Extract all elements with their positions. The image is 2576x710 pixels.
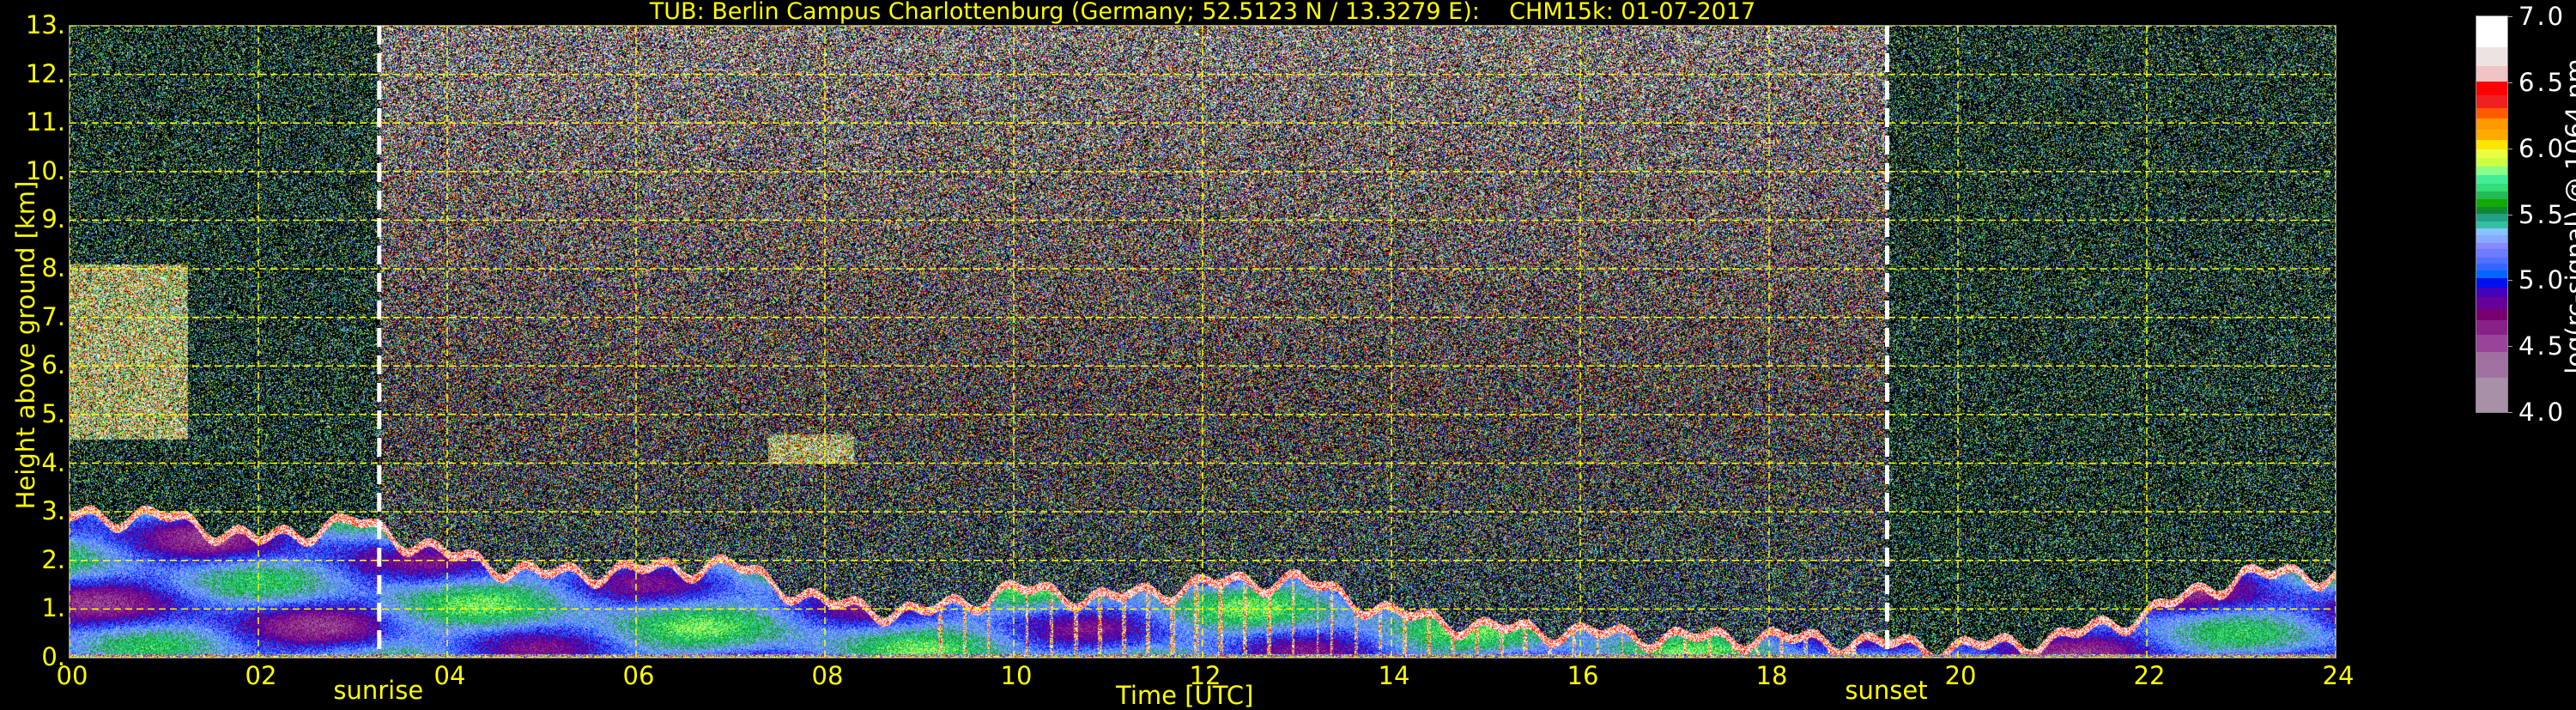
colorbar-tick-label: 4.5 — [2518, 331, 2567, 361]
colorbar-band — [2476, 157, 2507, 167]
x-tick-label: 20 — [1944, 661, 1977, 690]
x-tick-label: 16 — [1567, 661, 1599, 690]
y-tick-label: 4. — [41, 447, 65, 477]
colorbar-band — [2476, 295, 2507, 309]
colorbar-band — [2476, 118, 2507, 130]
plot-area — [69, 25, 2337, 658]
colorbar-band — [2476, 227, 2507, 235]
colorbar-band — [2476, 376, 2507, 412]
colorbar-tick-label: 5.0 — [2518, 265, 2567, 295]
x-tick-label: 22 — [2133, 661, 2166, 690]
colorbar-band — [2476, 256, 2507, 264]
colorbar-band — [2476, 334, 2507, 353]
colorbar-tick-label: 5.5 — [2518, 199, 2567, 229]
colorbar-band — [2476, 241, 2507, 250]
y-tick-label: 5. — [41, 398, 65, 428]
colorbar-tick-mark — [2508, 412, 2512, 413]
x-tick-label: 02 — [245, 661, 277, 690]
colorbar-band — [2476, 263, 2507, 271]
colorbar-band — [2476, 221, 2507, 228]
colorbar-tick-mark — [2508, 16, 2512, 17]
x-tick-label: 08 — [811, 661, 844, 690]
y-tick-label: 11. — [25, 107, 65, 137]
y-tick-label: 3. — [41, 496, 65, 526]
colorbar-band — [2476, 16, 2507, 48]
colorbar-band — [2476, 248, 2507, 258]
colorbar-tick-label: 4.0 — [2518, 397, 2567, 427]
y-tick-label: 9. — [41, 204, 65, 234]
colorbar-band — [2476, 234, 2507, 243]
chart-title: TUB: Berlin Campus Charlottenburg (Germa… — [649, 0, 1756, 25]
colorbar-band — [2476, 270, 2507, 279]
x-tick-label: 06 — [622, 661, 655, 690]
colorbar-tick-label: 6.5 — [2518, 67, 2567, 97]
sunrise-label: sunrise — [333, 676, 424, 705]
colorbar-band — [2476, 198, 2507, 208]
y-axis-label: Height above ground [km] — [11, 180, 40, 510]
colorbar-tick-mark — [2508, 82, 2512, 83]
grid-overlay — [70, 26, 2336, 658]
y-tick-label: 7. — [41, 301, 65, 331]
y-tick-label: 13. — [25, 10, 65, 39]
x-tick-label: 00 — [56, 661, 88, 690]
colorbar-band — [2476, 307, 2507, 321]
y-tick-label: 6. — [41, 350, 65, 380]
colorbar-band — [2476, 165, 2507, 176]
colorbar-band — [2476, 319, 2507, 336]
colorbar — [2476, 15, 2508, 413]
colorbar-band — [2476, 190, 2507, 200]
colorbar-band — [2476, 64, 2507, 82]
x-tick-label: 14 — [1378, 661, 1410, 690]
y-tick-label: 12. — [25, 58, 65, 88]
colorbar-band — [2476, 94, 2507, 109]
colorbar-band — [2476, 128, 2507, 140]
colorbar-band — [2476, 81, 2507, 95]
colorbar-tick-mark — [2508, 346, 2512, 348]
x-axis-label: Time [UTC] — [1116, 681, 1254, 710]
y-tick-label: 8. — [41, 253, 65, 283]
colorbar-band — [2476, 277, 2507, 288]
colorbar-band — [2476, 206, 2507, 214]
y-tick-label: 2. — [41, 544, 65, 574]
colorbar-band — [2476, 212, 2507, 222]
colorbar-band — [2476, 174, 2507, 184]
colorbar-band — [2476, 287, 2507, 297]
x-tick-label: 18 — [1755, 661, 1788, 690]
colorbar-tick-label: 7.0 — [2518, 2, 2567, 31]
x-tick-label: 04 — [433, 661, 466, 690]
sunset-label: sunset — [1845, 676, 1928, 705]
colorbar-band — [2476, 46, 2507, 66]
colorbar-tick-mark — [2508, 280, 2512, 282]
colorbar-tick-label: 6.0 — [2518, 133, 2567, 163]
colorbar-band — [2476, 148, 2507, 159]
colorbar-band — [2476, 182, 2507, 191]
colorbar-band — [2476, 138, 2507, 149]
y-tick-label: 1. — [41, 593, 65, 623]
colorbar-band — [2476, 351, 2507, 378]
colorbar-label: log(rc-signal) @ 1064 nm — [2561, 58, 2576, 374]
x-tick-label: 10 — [1000, 661, 1033, 690]
x-tick-label: 24 — [2322, 661, 2355, 690]
colorbar-band — [2476, 107, 2507, 119]
